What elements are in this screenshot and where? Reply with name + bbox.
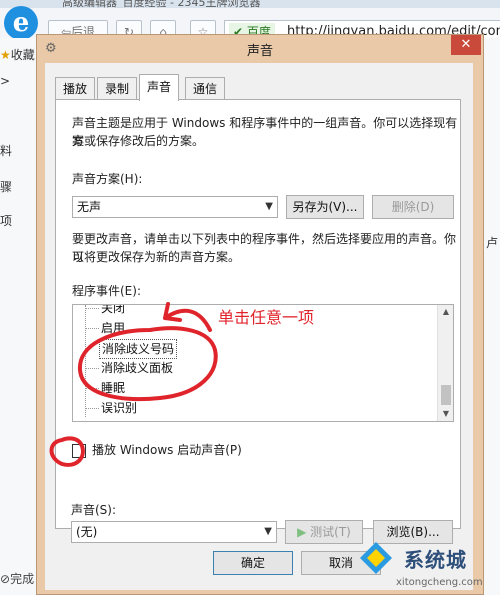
annotation-circle-events: [77, 326, 218, 402]
watermark-logo-icon: [360, 542, 392, 574]
annotation-circle-checkbox: [49, 436, 85, 467]
annotation-arrow: [163, 302, 212, 332]
watermark-url: xitongcheng.com: [396, 577, 483, 588]
tab-sounds[interactable]: 声音: [139, 74, 180, 101]
annotation-overlay: [49, 302, 218, 467]
annotation-text: 单击任意一项: [218, 308, 315, 327]
watermark-name: 系统城: [404, 548, 467, 572]
